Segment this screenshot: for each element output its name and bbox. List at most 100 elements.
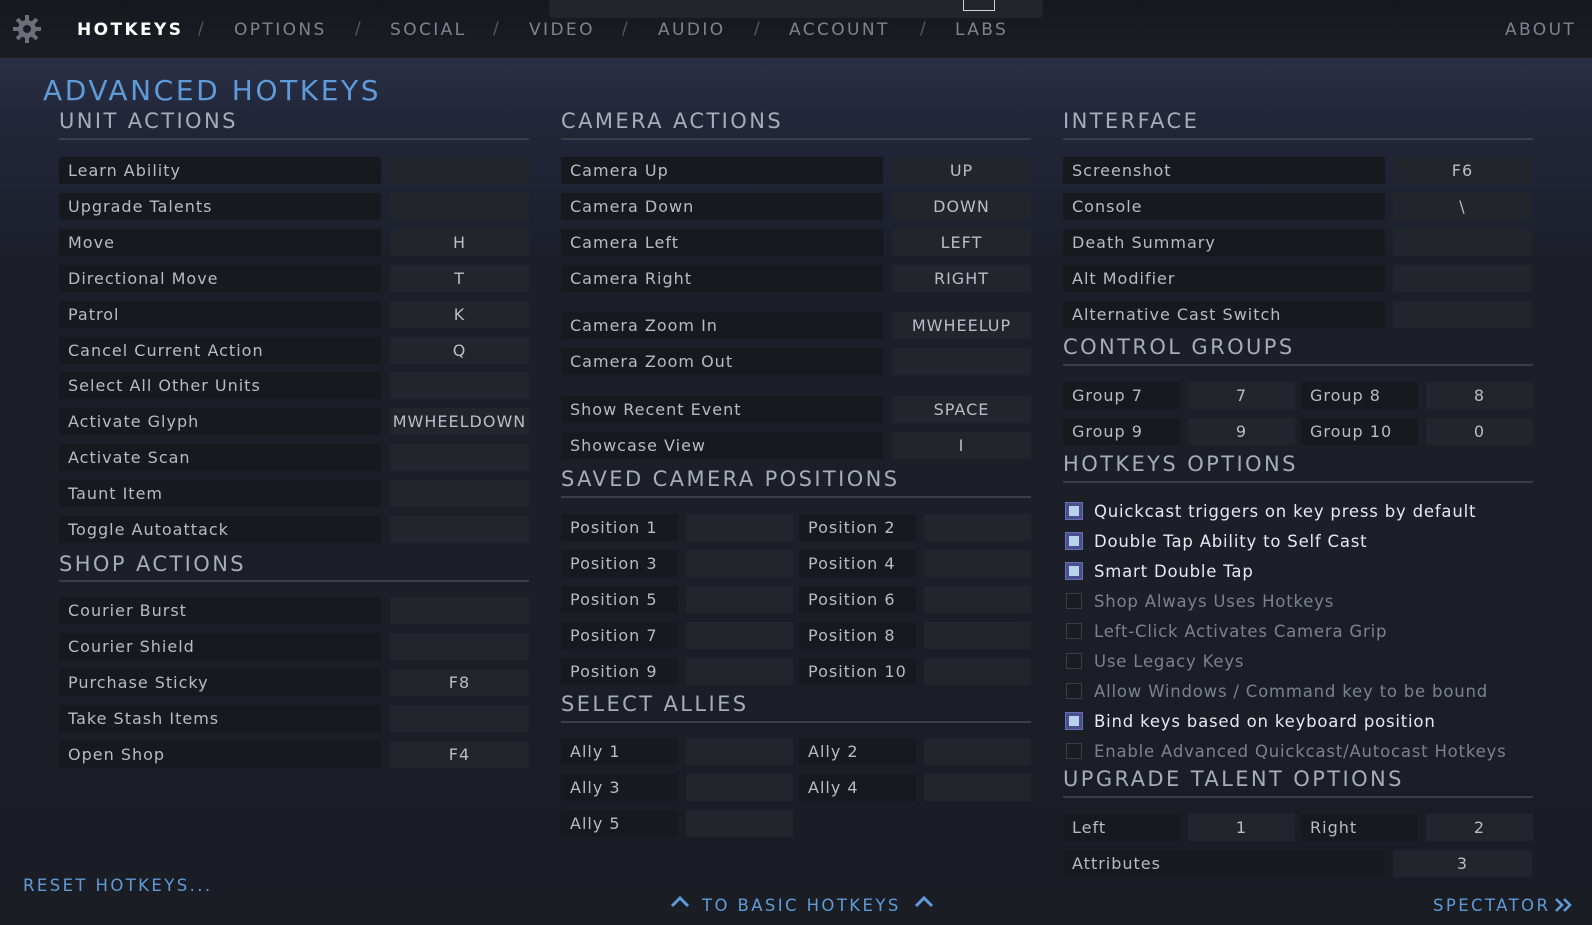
hotkey-binding-field[interactable] bbox=[390, 157, 529, 184]
to-basic-hotkeys-button[interactable]: TO BASIC HOTKEYS bbox=[702, 896, 901, 915]
tab-video[interactable]: VIDEO bbox=[529, 20, 595, 40]
option-checkbox-row[interactable]: Enable Advanced Quickcast/Autocast Hotke… bbox=[1066, 741, 1526, 763]
hotkey-binding-field[interactable]: F6 bbox=[1393, 157, 1532, 184]
hotkey-binding-field[interactable] bbox=[390, 632, 529, 660]
spectator-button[interactable]: SPECTATOR bbox=[1433, 896, 1550, 915]
section-divider bbox=[59, 580, 529, 582]
hotkey-binding-field[interactable] bbox=[686, 658, 793, 685]
hotkey-label: Ally 1 bbox=[561, 738, 678, 765]
tab-audio[interactable]: AUDIO bbox=[658, 20, 726, 40]
hotkey-label: Show Recent Event bbox=[561, 396, 883, 423]
hotkey-label: Cancel Current Action bbox=[59, 336, 381, 364]
option-checkbox-row[interactable]: Quickcast triggers on key press by defau… bbox=[1066, 501, 1526, 523]
hotkey-binding-field[interactable]: 2 bbox=[1426, 814, 1533, 841]
option-checkbox-row[interactable]: Use Legacy Keys bbox=[1066, 651, 1526, 673]
hotkey-binding-field[interactable] bbox=[686, 622, 793, 649]
hotkey-binding-field[interactable] bbox=[390, 597, 529, 624]
hotkey-binding-field[interactable] bbox=[686, 774, 793, 801]
top-nav-bar: HOTKEYS / OPTIONS / SOCIAL / VIDEO / AUD… bbox=[0, 0, 1592, 58]
hotkey-binding-field[interactable] bbox=[686, 738, 793, 765]
section-title-control-groups: CONTROL GROUPS bbox=[1063, 335, 1295, 359]
hotkey-binding-field[interactable] bbox=[390, 192, 529, 220]
hotkey-binding-field[interactable]: Q bbox=[390, 336, 529, 364]
section-divider bbox=[1063, 138, 1533, 140]
hotkey-binding-field[interactable] bbox=[1393, 301, 1532, 328]
hotkey-label: Showcase View bbox=[561, 432, 883, 459]
checkbox-checked[interactable] bbox=[1066, 713, 1082, 729]
hotkey-binding-field[interactable]: RIGHT bbox=[892, 265, 1031, 292]
hotkey-label: Learn Ability bbox=[59, 157, 381, 184]
hotkey-binding-field[interactable]: DOWN bbox=[892, 193, 1031, 220]
checkbox-checked[interactable] bbox=[1066, 503, 1082, 519]
hotkey-binding-field[interactable]: 9 bbox=[1188, 418, 1295, 445]
checkbox-unchecked[interactable] bbox=[1066, 683, 1082, 699]
checkbox-unchecked[interactable] bbox=[1066, 593, 1082, 609]
gear-icon[interactable] bbox=[12, 14, 42, 44]
hotkey-binding-field[interactable] bbox=[924, 658, 1031, 685]
hotkey-binding-field[interactable]: 3 bbox=[1393, 850, 1532, 877]
hotkey-binding-field[interactable]: F4 bbox=[390, 740, 529, 768]
hotkey-binding-field[interactable] bbox=[686, 586, 793, 613]
checkbox-unchecked[interactable] bbox=[1066, 743, 1082, 759]
hotkey-binding-field[interactable] bbox=[390, 516, 529, 543]
hotkey-binding-field[interactable]: H bbox=[390, 228, 529, 256]
hotkey-binding-field[interactable]: \ bbox=[1393, 193, 1532, 220]
tab-about[interactable]: ABOUT bbox=[1505, 20, 1576, 40]
hotkey-label: Take Stash Items bbox=[59, 704, 381, 732]
hotkey-binding-field[interactable] bbox=[1393, 229, 1532, 256]
hotkey-binding-field[interactable]: 7 bbox=[1188, 382, 1295, 409]
option-label: Allow Windows / Command key to be bound bbox=[1094, 682, 1489, 701]
option-checkbox-row[interactable]: Shop Always Uses Hotkeys bbox=[1066, 591, 1526, 613]
hotkey-binding-field[interactable]: 1 bbox=[1188, 814, 1295, 841]
hotkey-label: Group 7 bbox=[1063, 382, 1180, 409]
option-checkbox-row[interactable]: Smart Double Tap bbox=[1066, 561, 1526, 583]
hotkey-label: Screenshot bbox=[1063, 157, 1385, 184]
hotkey-binding-field[interactable]: UP bbox=[892, 157, 1031, 184]
tab-account[interactable]: ACCOUNT bbox=[789, 20, 890, 40]
hotkey-binding-field[interactable] bbox=[686, 810, 793, 837]
tab-social[interactable]: SOCIAL bbox=[390, 20, 467, 40]
hotkey-binding-field[interactable]: SPACE bbox=[892, 396, 1031, 423]
tab-hotkeys[interactable]: HOTKEYS bbox=[77, 20, 183, 40]
hotkey-binding-field[interactable]: MWHEELUP bbox=[892, 312, 1031, 339]
hotkey-binding-field[interactable] bbox=[924, 738, 1031, 765]
hotkey-binding-field[interactable]: F8 bbox=[390, 668, 529, 696]
hotkey-binding-field[interactable] bbox=[390, 372, 529, 400]
hotkey-label: Ally 5 bbox=[561, 810, 678, 837]
option-checkbox-row[interactable]: Allow Windows / Command key to be bound bbox=[1066, 681, 1526, 703]
hotkey-binding-field[interactable] bbox=[924, 622, 1031, 649]
hotkey-binding-field[interactable]: 8 bbox=[1426, 382, 1533, 409]
checkbox-checked[interactable] bbox=[1066, 563, 1082, 579]
tab-options[interactable]: OPTIONS bbox=[234, 20, 327, 40]
hotkey-binding-field[interactable] bbox=[924, 586, 1031, 613]
option-checkbox-row[interactable]: Bind keys based on keyboard position bbox=[1066, 711, 1526, 733]
hotkey-binding-field[interactable]: LEFT bbox=[892, 229, 1031, 256]
section-divider bbox=[1063, 796, 1533, 798]
hotkey-binding-field[interactable] bbox=[686, 550, 793, 577]
checkbox-unchecked[interactable] bbox=[1066, 653, 1082, 669]
hotkey-binding-field[interactable]: MWHEELDOWN bbox=[390, 408, 529, 436]
hotkey-label: Camera Left bbox=[561, 229, 883, 256]
reset-hotkeys-button[interactable]: RESET HOTKEYS... bbox=[23, 876, 213, 895]
hotkey-binding-field[interactable] bbox=[892, 348, 1031, 375]
hotkey-label: Group 10 bbox=[1301, 418, 1418, 445]
checkbox-unchecked[interactable] bbox=[1066, 623, 1082, 639]
hotkey-binding-field[interactable] bbox=[390, 444, 529, 472]
checkbox-checked[interactable] bbox=[1066, 533, 1082, 549]
hotkey-binding-field[interactable] bbox=[924, 550, 1031, 577]
hotkey-binding-field[interactable]: T bbox=[390, 264, 529, 292]
hotkey-binding-field[interactable] bbox=[924, 514, 1031, 541]
hotkey-binding-field[interactable]: I bbox=[892, 432, 1031, 459]
hotkey-binding-field[interactable]: K bbox=[390, 300, 529, 328]
option-checkbox-row[interactable]: Double Tap Ability to Self Cast bbox=[1066, 531, 1526, 553]
hotkey-binding-field[interactable]: 0 bbox=[1426, 418, 1533, 445]
hotkey-label: Position 2 bbox=[799, 514, 916, 541]
option-checkbox-row[interactable]: Left-Click Activates Camera Grip bbox=[1066, 621, 1526, 643]
hotkey-binding-field[interactable] bbox=[390, 480, 529, 508]
tab-labs[interactable]: LABS bbox=[955, 20, 1008, 40]
hotkey-binding-field[interactable] bbox=[686, 514, 793, 541]
hotkey-binding-field[interactable] bbox=[1393, 265, 1532, 292]
hotkey-binding-field[interactable] bbox=[390, 704, 529, 732]
hotkey-binding-field[interactable] bbox=[924, 774, 1031, 801]
section-title-hotkeys-options: HOTKEYS OPTIONS bbox=[1063, 452, 1298, 476]
